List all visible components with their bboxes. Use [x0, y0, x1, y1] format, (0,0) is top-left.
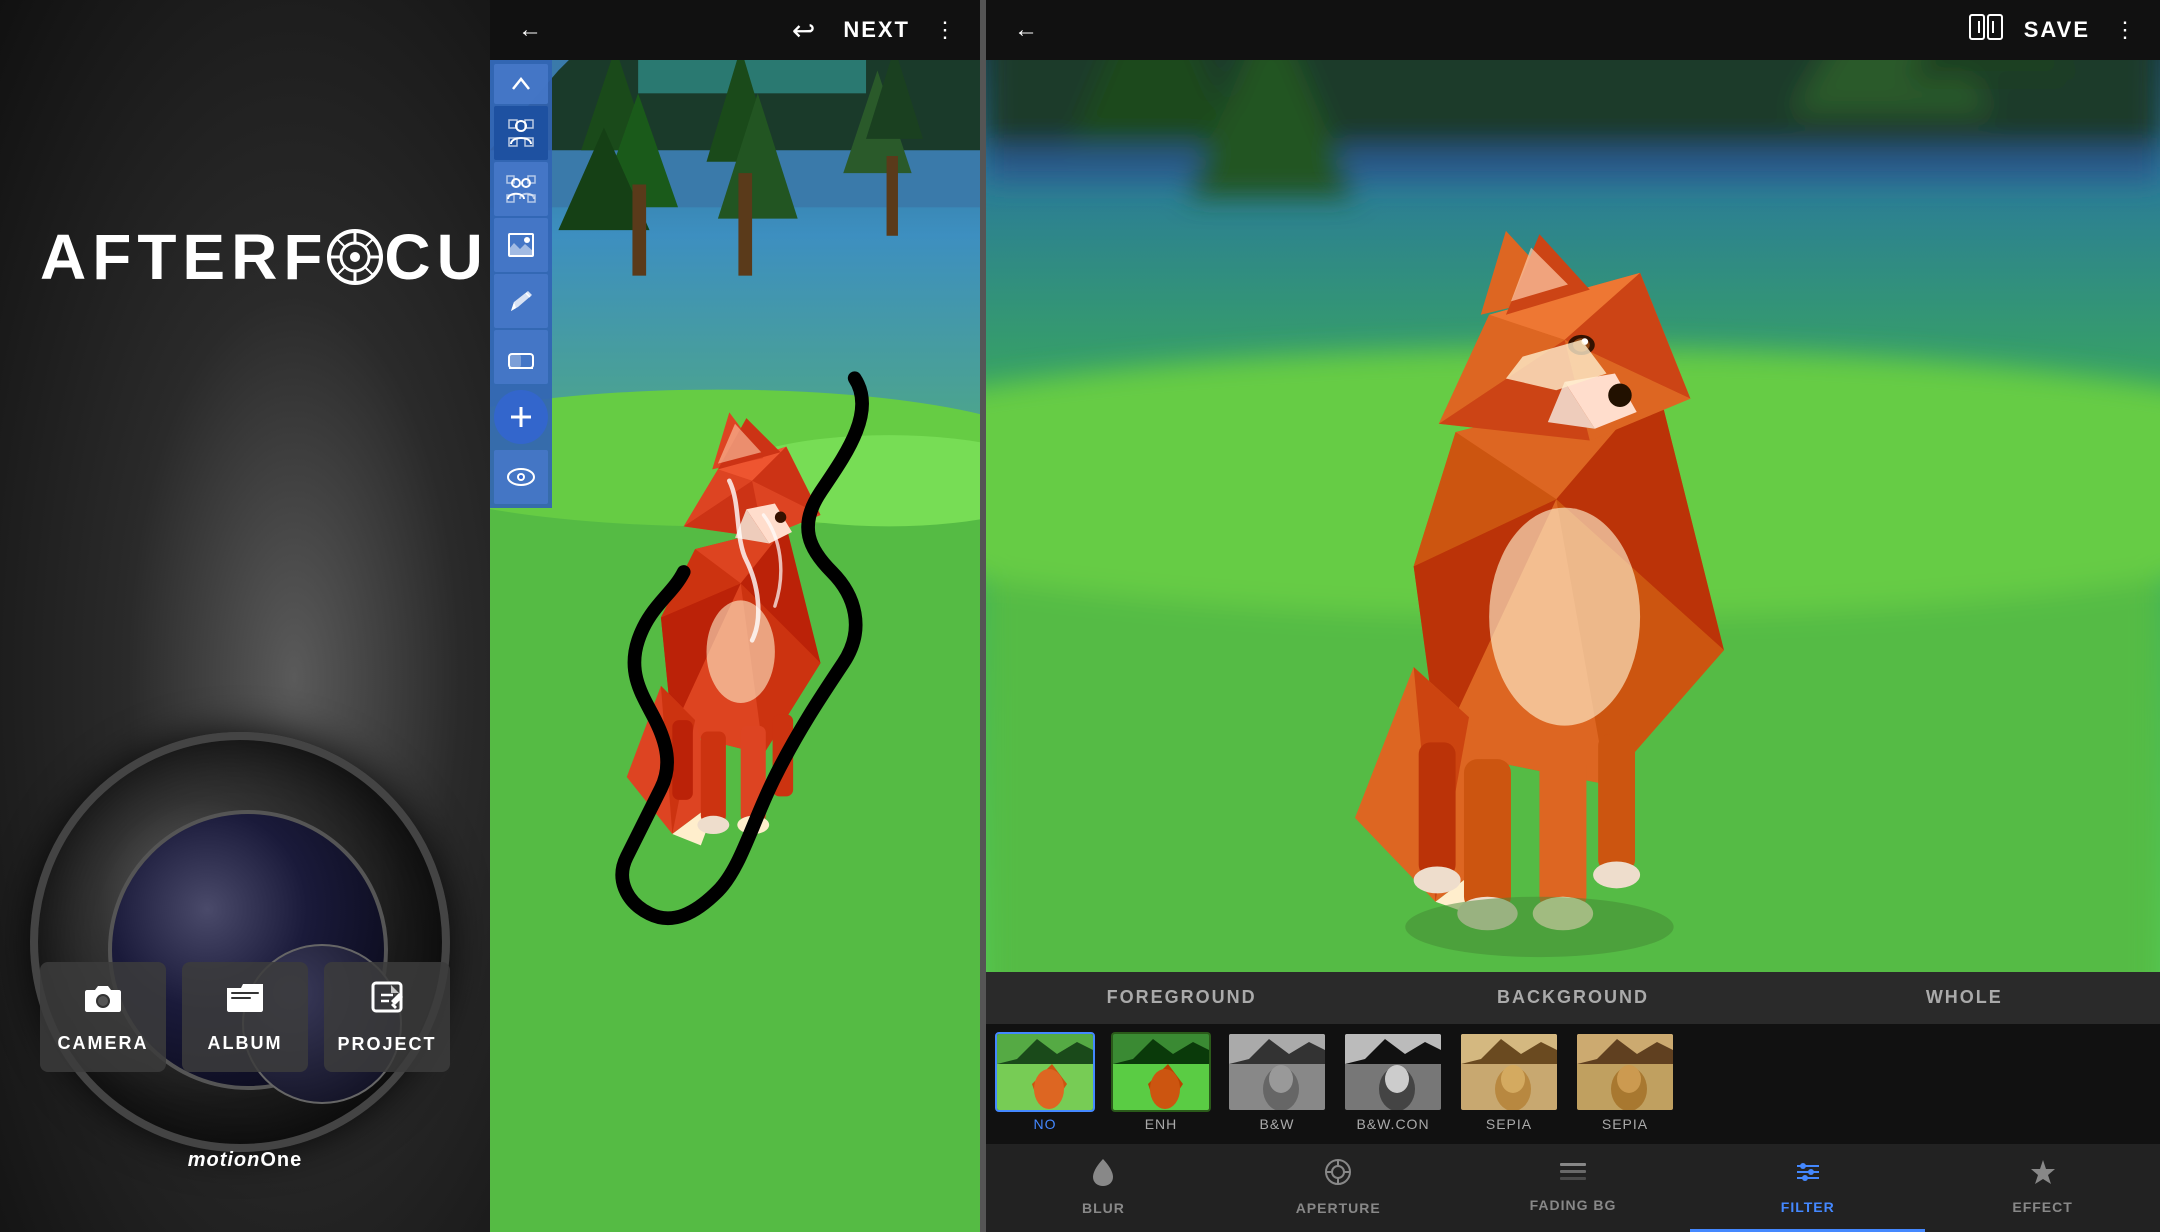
- fgb-tabs: FOREGROUND BACKGROUND WHOLE: [986, 972, 2160, 1024]
- middle-back-button[interactable]: ←: [510, 12, 550, 48]
- camera-label: CAMERA: [58, 1033, 149, 1054]
- drawing-area[interactable]: [490, 60, 980, 1232]
- brand-one: One: [260, 1149, 302, 1171]
- blur-tab[interactable]: BLUR: [986, 1144, 1221, 1232]
- filter-sepia1[interactable]: SEPIA: [1454, 1032, 1564, 1136]
- project-button[interactable]: PROJECT: [324, 962, 450, 1072]
- image-select-tool[interactable]: [494, 218, 548, 272]
- effect-label: EFFECT: [2012, 1199, 2072, 1215]
- filter-thumbnails: NO ENH: [986, 1024, 2160, 1144]
- pencil-tool[interactable]: [494, 274, 548, 328]
- aperture-label: APERTURE: [1296, 1200, 1381, 1216]
- brand-logo: motionOne: [0, 1149, 490, 1172]
- filter-no-label: NO: [1034, 1116, 1057, 1132]
- filter-sepia2[interactable]: SEPIA: [1570, 1032, 1680, 1136]
- bottom-tool-tabs: BLUR APERTURE: [986, 1144, 2160, 1232]
- logo-lens-icon: [326, 225, 384, 289]
- logo-after: AFTER: [40, 220, 283, 294]
- tool-sidebar: [490, 60, 552, 508]
- brand-motion: motion: [188, 1149, 261, 1171]
- filter-bw-thumbnail: [1227, 1032, 1327, 1112]
- preview-svg: [986, 60, 2160, 972]
- whole-tab[interactable]: WHOLE: [1769, 972, 2160, 1024]
- album-label: ALBUM: [208, 1033, 283, 1054]
- logo-area: AFTER F CU: [40, 220, 450, 294]
- effect-tab[interactable]: EFFECT: [1925, 1144, 2160, 1232]
- aperture-icon: [1323, 1157, 1353, 1194]
- camera-icon: [83, 981, 123, 1023]
- fading-bg-icon: [1558, 1160, 1588, 1191]
- filter-icon: [1793, 1158, 1823, 1193]
- fading-bg-label: FADING BG: [1530, 1197, 1617, 1213]
- filter-bw[interactable]: B&W: [1222, 1032, 1332, 1136]
- blur-label: BLUR: [1082, 1200, 1125, 1216]
- middle-panel: ← ↩ NEXT ⋮: [490, 0, 980, 1232]
- filter-no-thumbnail: [995, 1032, 1095, 1112]
- collapse-tools-button[interactable]: [494, 64, 548, 104]
- lens-svg-icon: [326, 228, 384, 286]
- filter-enh-label: ENH: [1145, 1116, 1178, 1132]
- foreground-tab[interactable]: FOREGROUND: [986, 972, 1377, 1024]
- right-back-button[interactable]: ←: [1006, 12, 1046, 48]
- eraser-tool[interactable]: [494, 330, 548, 384]
- fading-bg-tab[interactable]: FADING BG: [1456, 1144, 1691, 1232]
- save-label: SAVE: [2024, 17, 2090, 43]
- filter-enh[interactable]: ENH: [1106, 1032, 1216, 1136]
- filter-sepia1-thumbnail: [1459, 1032, 1559, 1112]
- filter-tab[interactable]: FILTER: [1690, 1144, 1925, 1232]
- blur-icon: [1089, 1157, 1117, 1194]
- preview-area: [986, 60, 2160, 972]
- lens-circle: [30, 732, 450, 1152]
- filter-sepia2-thumbnail: [1575, 1032, 1675, 1112]
- next-label: NEXT: [843, 17, 910, 43]
- app-logo: AFTER F CU: [40, 220, 450, 294]
- aperture-tab[interactable]: APERTURE: [1221, 1144, 1456, 1232]
- filter-panel: FOREGROUND BACKGROUND WHOLE NO: [986, 972, 2160, 1232]
- camera-button[interactable]: CAMERA: [40, 962, 166, 1072]
- nav-buttons: CAMERA ALBUM: [40, 962, 450, 1072]
- album-icon: [225, 980, 265, 1023]
- logo-f: F: [283, 220, 326, 294]
- middle-topbar: ← ↩ NEXT ⋮: [490, 0, 980, 60]
- album-button[interactable]: ALBUM: [182, 962, 308, 1072]
- filter-label: FILTER: [1781, 1199, 1835, 1215]
- eye-tool[interactable]: [494, 450, 548, 504]
- filter-bwcon[interactable]: B&W.CON: [1338, 1032, 1448, 1136]
- effect-icon: [2029, 1158, 2057, 1193]
- right-panel: ← SAVE ⋮: [986, 0, 2160, 1232]
- right-more-button[interactable]: ⋮: [2110, 13, 2140, 47]
- right-topbar: ← SAVE ⋮: [986, 0, 2160, 60]
- canvas-svg[interactable]: [490, 60, 980, 1232]
- person-focus-tool[interactable]: [494, 106, 548, 160]
- compare-button[interactable]: [1968, 13, 2004, 48]
- project-label: PROJECT: [337, 1034, 436, 1055]
- project-icon: [369, 979, 405, 1024]
- filter-bwcon-thumbnail: [1343, 1032, 1443, 1112]
- group-focus-tool[interactable]: [494, 162, 548, 216]
- logo-cus: CUS: [384, 220, 490, 294]
- filter-no[interactable]: NO: [990, 1032, 1100, 1136]
- undo-button[interactable]: ↩: [784, 10, 823, 51]
- filter-enh-thumbnail: [1111, 1032, 1211, 1112]
- filter-sepia2-label: SEPIA: [1602, 1116, 1648, 1132]
- add-zoom-button[interactable]: [494, 390, 548, 444]
- filter-sepia1-label: SEPIA: [1486, 1116, 1532, 1132]
- left-panel: AFTER F CU: [0, 0, 490, 1232]
- filter-bw-label: B&W: [1260, 1116, 1295, 1132]
- middle-more-button[interactable]: ⋮: [930, 13, 960, 47]
- filter-bwcon-label: B&W.CON: [1356, 1116, 1429, 1132]
- background-tab[interactable]: BACKGROUND: [1377, 972, 1768, 1024]
